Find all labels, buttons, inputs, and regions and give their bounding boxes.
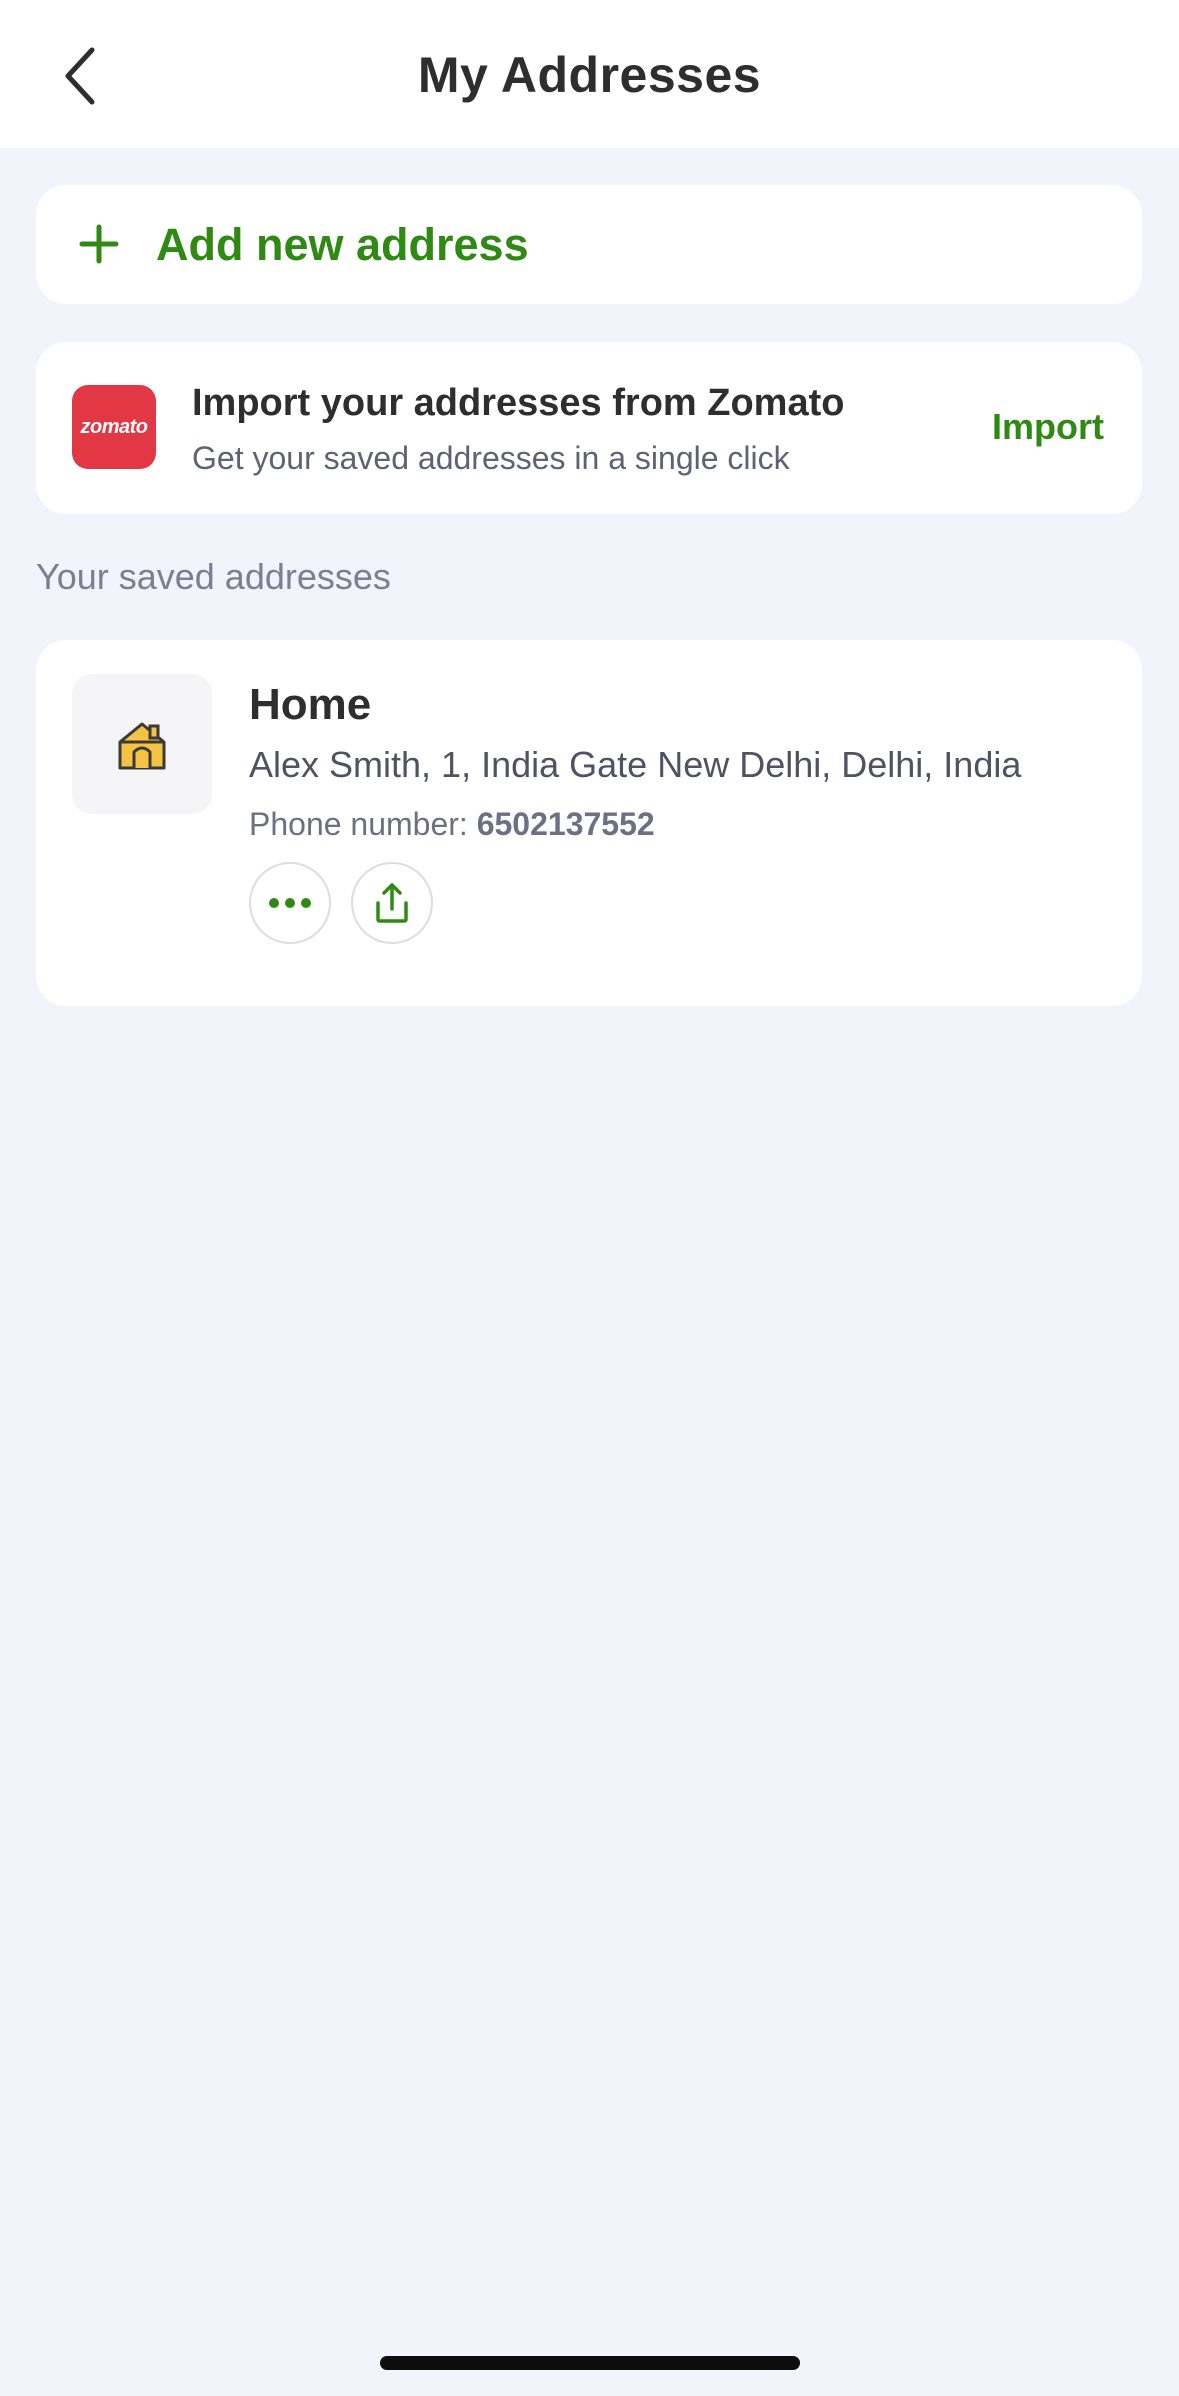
import-button[interactable]: Import [992,406,1104,448]
page-title: My Addresses [417,47,762,103]
add-new-address-button[interactable]: Add new address [36,185,1142,304]
saved-addresses-heading: Your saved addresses [36,556,391,597]
import-subtitle: Get your saved addresses in a single cli… [192,440,790,476]
address-text: Alex Smith, 1, India Gate New Delhi, Del… [249,744,1022,785]
more-options-icon [269,898,311,908]
share-icon [376,883,408,923]
top-app-bar: My Addresses [0,0,1179,148]
import-title: Import your addresses from Zomato [192,382,845,424]
address-label: Home [249,680,372,729]
zomato-logo: zomato [72,385,156,469]
share-button[interactable] [351,862,433,944]
address-type-icon-box [72,674,212,814]
import-from-zomato-card: zomato Import your addresses from Zomato… [36,342,1142,514]
home-icon [118,722,166,770]
more-options-button[interactable] [249,862,331,944]
plus-icon [79,224,119,264]
phone-label: Phone number: [249,806,477,842]
address-card-home[interactable]: Home Alex Smith, 1, India Gate New Delhi… [36,640,1142,1006]
add-new-address-label: Add new address [156,219,529,270]
phone-number: 6502137552 [476,806,655,842]
home-indicator[interactable] [380,2356,800,2370]
address-phone: Phone number: 6502137552 [249,806,655,843]
